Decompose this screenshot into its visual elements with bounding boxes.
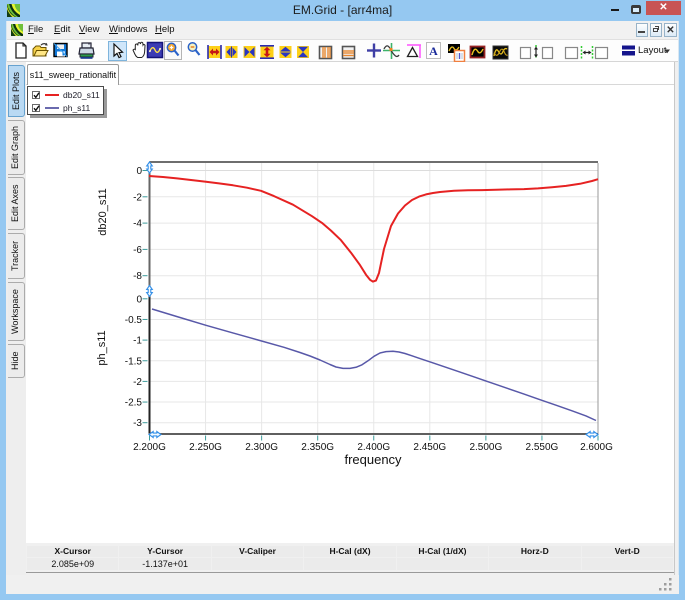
svg-text:2.250G: 2.250G [189,442,222,453]
svg-text:-2.5: -2.5 [125,398,143,409]
svg-text:-2: -2 [133,377,142,388]
svg-text:-6: -6 [133,245,142,256]
svg-text:2.500G: 2.500G [469,442,502,453]
svg-text:0: 0 [136,166,142,177]
svg-text:-1: -1 [133,336,142,347]
svg-text:A: A [429,44,438,58]
svg-text:db20_s11: db20_s11 [97,188,109,236]
svg-text:-4: -4 [133,219,142,230]
svg-text:frequency: frequency [344,452,402,467]
svg-text:-8: -8 [133,271,142,282]
svg-text:2.550G: 2.550G [526,442,559,453]
svg-text:ph_s11: ph_s11 [96,330,108,365]
svg-text:2.600G: 2.600G [580,442,613,453]
svg-text:-2: -2 [133,192,142,203]
svg-text:-0.5: -0.5 [125,315,143,326]
svg-text:2.300G: 2.300G [245,442,278,453]
svg-text:2.350G: 2.350G [301,442,334,453]
svg-text:0: 0 [136,294,142,305]
svg-text:-1.5: -1.5 [125,356,143,367]
svg-text:2.200G: 2.200G [133,442,166,453]
svg-text:2.450G: 2.450G [413,442,446,453]
svg-text:-3: -3 [133,418,142,429]
